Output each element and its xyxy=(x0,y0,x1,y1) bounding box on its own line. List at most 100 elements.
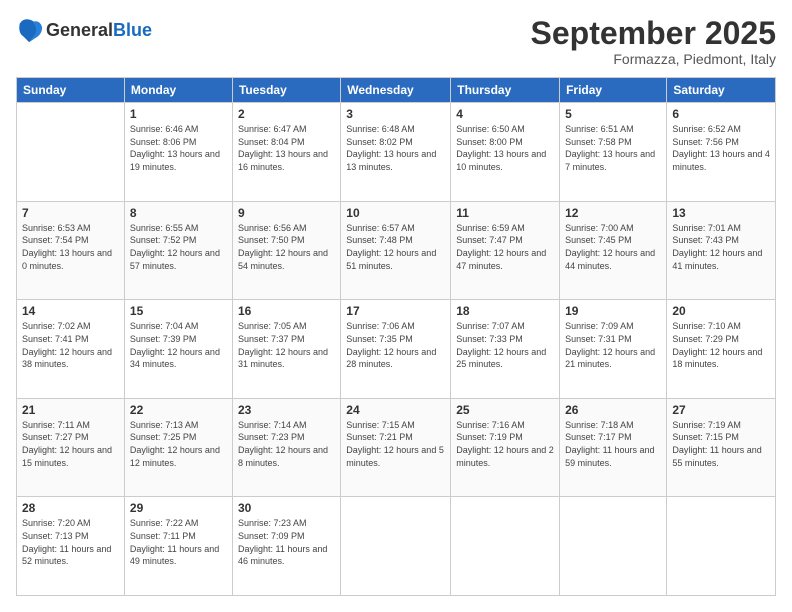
header: GeneralBlue September 2025 Formazza, Pie… xyxy=(16,16,776,67)
page: GeneralBlue September 2025 Formazza, Pie… xyxy=(0,0,792,612)
calendar-week-4: 21 Sunrise: 7:11 AM Sunset: 7:27 PM Dayli… xyxy=(17,398,776,497)
day-info: Sunrise: 6:56 AM Sunset: 7:50 PM Dayligh… xyxy=(238,222,335,272)
day-info: Sunrise: 7:16 AM Sunset: 7:19 PM Dayligh… xyxy=(456,419,554,469)
day-info: Sunrise: 6:59 AM Sunset: 7:47 PM Dayligh… xyxy=(456,222,554,272)
calendar-cell xyxy=(560,497,667,596)
day-info: Sunrise: 7:23 AM Sunset: 7:09 PM Dayligh… xyxy=(238,517,335,567)
calendar-cell: 22 Sunrise: 7:13 AM Sunset: 7:25 PM Dayli… xyxy=(124,398,232,497)
logo-text: GeneralBlue xyxy=(46,20,152,41)
calendar-cell xyxy=(341,497,451,596)
day-info: Sunrise: 7:09 AM Sunset: 7:31 PM Dayligh… xyxy=(565,320,661,370)
day-number: 8 xyxy=(130,206,227,220)
calendar-cell: 4 Sunrise: 6:50 AM Sunset: 8:00 PM Daylig… xyxy=(451,103,560,202)
month-title: September 2025 xyxy=(531,16,776,51)
day-info: Sunrise: 7:01 AM Sunset: 7:43 PM Dayligh… xyxy=(672,222,770,272)
calendar-week-2: 7 Sunrise: 6:53 AM Sunset: 7:54 PM Daylig… xyxy=(17,201,776,300)
day-number: 9 xyxy=(238,206,335,220)
day-info: Sunrise: 6:46 AM Sunset: 8:06 PM Dayligh… xyxy=(130,123,227,173)
day-number: 27 xyxy=(672,403,770,417)
day-info: Sunrise: 7:06 AM Sunset: 7:35 PM Dayligh… xyxy=(346,320,445,370)
day-info: Sunrise: 6:47 AM Sunset: 8:04 PM Dayligh… xyxy=(238,123,335,173)
day-number: 12 xyxy=(565,206,661,220)
day-info: Sunrise: 7:02 AM Sunset: 7:41 PM Dayligh… xyxy=(22,320,119,370)
logo: GeneralBlue xyxy=(16,16,152,44)
day-number: 13 xyxy=(672,206,770,220)
day-info: Sunrise: 7:07 AM Sunset: 7:33 PM Dayligh… xyxy=(456,320,554,370)
day-number: 19 xyxy=(565,304,661,318)
calendar-week-1: 1Sunrise: 6:46 AM Sunset: 8:06 PM Daylig… xyxy=(17,103,776,202)
logo-general: General xyxy=(46,20,113,40)
day-number: 18 xyxy=(456,304,554,318)
day-info: Sunrise: 6:52 AM Sunset: 7:56 PM Dayligh… xyxy=(672,123,770,173)
day-number: 29 xyxy=(130,501,227,515)
calendar-cell: 13 Sunrise: 7:01 AM Sunset: 7:43 PM Dayli… xyxy=(667,201,776,300)
calendar-cell: 2Sunrise: 6:47 AM Sunset: 8:04 PM Daylig… xyxy=(232,103,340,202)
calendar-cell: 17Sunrise: 7:06 AM Sunset: 7:35 PM Dayli… xyxy=(341,300,451,399)
day-number: 3 xyxy=(346,107,445,121)
calendar-cell xyxy=(667,497,776,596)
calendar-cell: 26 Sunrise: 7:18 AM Sunset: 7:17 PM Dayli… xyxy=(560,398,667,497)
calendar-cell: 5Sunrise: 6:51 AM Sunset: 7:58 PM Daylig… xyxy=(560,103,667,202)
calendar-cell: 8 Sunrise: 6:55 AM Sunset: 7:52 PM Daylig… xyxy=(124,201,232,300)
calendar-cell: 6 Sunrise: 6:52 AM Sunset: 7:56 PM Daylig… xyxy=(667,103,776,202)
day-number: 24 xyxy=(346,403,445,417)
day-number: 7 xyxy=(22,206,119,220)
day-info: Sunrise: 7:10 AM Sunset: 7:29 PM Dayligh… xyxy=(672,320,770,370)
calendar-cell: 24 Sunrise: 7:15 AM Sunset: 7:21 PM Dayli… xyxy=(341,398,451,497)
calendar-cell: 16 Sunrise: 7:05 AM Sunset: 7:37 PM Dayli… xyxy=(232,300,340,399)
day-number: 11 xyxy=(456,206,554,220)
calendar-header-row: SundayMondayTuesdayWednesdayThursdayFrid… xyxy=(17,78,776,103)
day-info: Sunrise: 6:55 AM Sunset: 7:52 PM Dayligh… xyxy=(130,222,227,272)
calendar-cell: 23 Sunrise: 7:14 AM Sunset: 7:23 PM Dayli… xyxy=(232,398,340,497)
calendar-cell: 28Sunrise: 7:20 AM Sunset: 7:13 PM Dayli… xyxy=(17,497,125,596)
calendar-header-monday: Monday xyxy=(124,78,232,103)
calendar-cell: 1Sunrise: 6:46 AM Sunset: 8:06 PM Daylig… xyxy=(124,103,232,202)
calendar-cell: 12 Sunrise: 7:00 AM Sunset: 7:45 PM Dayli… xyxy=(560,201,667,300)
day-number: 26 xyxy=(565,403,661,417)
logo-icon xyxy=(16,16,44,44)
calendar-cell: 21 Sunrise: 7:11 AM Sunset: 7:27 PM Dayli… xyxy=(17,398,125,497)
day-info: Sunrise: 7:19 AM Sunset: 7:15 PM Dayligh… xyxy=(672,419,770,469)
day-number: 4 xyxy=(456,107,554,121)
day-info: Sunrise: 7:04 AM Sunset: 7:39 PM Dayligh… xyxy=(130,320,227,370)
day-info: Sunrise: 6:57 AM Sunset: 7:48 PM Dayligh… xyxy=(346,222,445,272)
day-number: 16 xyxy=(238,304,335,318)
calendar-header-thursday: Thursday xyxy=(451,78,560,103)
day-number: 21 xyxy=(22,403,119,417)
calendar-cell: 10Sunrise: 6:57 AM Sunset: 7:48 PM Dayli… xyxy=(341,201,451,300)
day-number: 20 xyxy=(672,304,770,318)
calendar-header-wednesday: Wednesday xyxy=(341,78,451,103)
day-number: 23 xyxy=(238,403,335,417)
day-number: 22 xyxy=(130,403,227,417)
calendar-cell: 9 Sunrise: 6:56 AM Sunset: 7:50 PM Daylig… xyxy=(232,201,340,300)
day-number: 15 xyxy=(130,304,227,318)
day-number: 14 xyxy=(22,304,119,318)
day-info: Sunrise: 7:05 AM Sunset: 7:37 PM Dayligh… xyxy=(238,320,335,370)
day-info: Sunrise: 6:53 AM Sunset: 7:54 PM Dayligh… xyxy=(22,222,119,272)
calendar-cell: 15 Sunrise: 7:04 AM Sunset: 7:39 PM Dayli… xyxy=(124,300,232,399)
calendar-cell: 7 Sunrise: 6:53 AM Sunset: 7:54 PM Daylig… xyxy=(17,201,125,300)
day-number: 25 xyxy=(456,403,554,417)
calendar-cell: 14 Sunrise: 7:02 AM Sunset: 7:41 PM Dayli… xyxy=(17,300,125,399)
day-info: Sunrise: 7:14 AM Sunset: 7:23 PM Dayligh… xyxy=(238,419,335,469)
day-info: Sunrise: 7:13 AM Sunset: 7:25 PM Dayligh… xyxy=(130,419,227,469)
calendar-cell xyxy=(17,103,125,202)
calendar-cell: 20 Sunrise: 7:10 AM Sunset: 7:29 PM Dayli… xyxy=(667,300,776,399)
calendar-cell: 25 Sunrise: 7:16 AM Sunset: 7:19 PM Dayli… xyxy=(451,398,560,497)
day-info: Sunrise: 7:00 AM Sunset: 7:45 PM Dayligh… xyxy=(565,222,661,272)
calendar-cell: 3Sunrise: 6:48 AM Sunset: 8:02 PM Daylig… xyxy=(341,103,451,202)
day-info: Sunrise: 7:18 AM Sunset: 7:17 PM Dayligh… xyxy=(565,419,661,469)
day-number: 6 xyxy=(672,107,770,121)
day-info: Sunrise: 7:15 AM Sunset: 7:21 PM Dayligh… xyxy=(346,419,445,469)
calendar-cell: 27 Sunrise: 7:19 AM Sunset: 7:15 PM Dayli… xyxy=(667,398,776,497)
subtitle: Formazza, Piedmont, Italy xyxy=(531,51,776,67)
calendar-cell: 18 Sunrise: 7:07 AM Sunset: 7:33 PM Dayli… xyxy=(451,300,560,399)
day-number: 28 xyxy=(22,501,119,515)
day-info: Sunrise: 6:50 AM Sunset: 8:00 PM Dayligh… xyxy=(456,123,554,173)
day-info: Sunrise: 7:11 AM Sunset: 7:27 PM Dayligh… xyxy=(22,419,119,469)
day-number: 30 xyxy=(238,501,335,515)
logo-blue: Blue xyxy=(113,20,152,40)
calendar-header-tuesday: Tuesday xyxy=(232,78,340,103)
calendar-cell: 30 Sunrise: 7:23 AM Sunset: 7:09 PM Dayli… xyxy=(232,497,340,596)
calendar-cell: 11 Sunrise: 6:59 AM Sunset: 7:47 PM Dayli… xyxy=(451,201,560,300)
